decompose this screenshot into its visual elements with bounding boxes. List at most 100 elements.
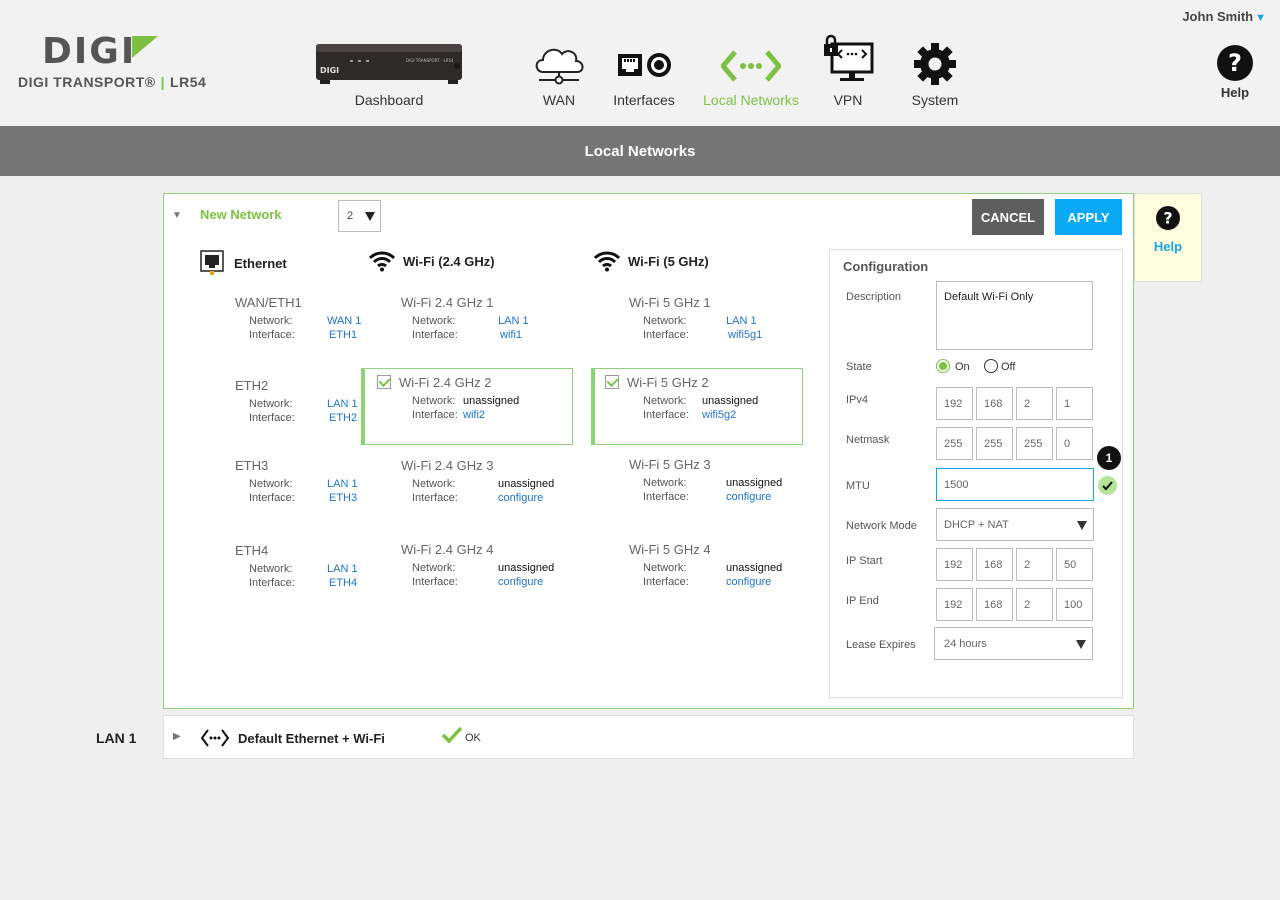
interface-item-wifi24-4[interactable]: Wi-Fi 2.4 GHz 4 Network: unassigned Inter… (401, 542, 554, 588)
interface-item-wifi5-3[interactable]: Wi-Fi 5 GHz 3 Network: unassigned Interfa… (629, 457, 782, 503)
interface-item-eth3[interactable]: ETH3 Network: LAN 1 Interface: ETH3 (235, 458, 358, 504)
nav-system[interactable]: System (904, 36, 966, 108)
expand-arrow-icon[interactable]: ▶ (173, 731, 181, 742)
help-icon: ? (1217, 45, 1253, 81)
network-row: Network: unassigned (401, 562, 554, 574)
ipv4-octet-3[interactable]: 2 (1016, 387, 1053, 420)
ipv4-octet-4[interactable]: 1 (1056, 387, 1093, 420)
description-textarea[interactable]: Default Wi-Fi Only (936, 281, 1093, 350)
interface-item-eth2[interactable]: ETH2 Network: LAN 1 Interface: ETH2 (235, 378, 358, 424)
network-row-label: Network: (412, 478, 456, 490)
lease-expires-select[interactable]: 24 hours (934, 627, 1093, 660)
nav-wan[interactable]: WAN (526, 36, 592, 108)
netmask-octet-2[interactable]: 255 (976, 427, 1013, 460)
nav-dashboard[interactable]: DIGI DIGI TRANSPORT · LR54 Dashboard (314, 36, 464, 108)
network-row: Network: LAN 1 (235, 478, 358, 490)
nav-label: Interfaces (613, 92, 675, 108)
interface-row-label: Interface: (643, 576, 689, 588)
interface-name: WAN/ETH1 (235, 295, 302, 310)
apply-button[interactable]: APPLY (1055, 199, 1122, 235)
interface-item-wifi5-2[interactable]: Wi-Fi 5 GHz 2 Network: unassigned Interfa… (591, 368, 803, 445)
header-help-button[interactable]: ? Help (1216, 44, 1254, 100)
network-value: unassigned (498, 562, 555, 574)
svg-text:DIGI TRANSPORT · LR54: DIGI TRANSPORT · LR54 (406, 58, 454, 63)
nav-vpn[interactable]: VPN (816, 34, 880, 108)
collapse-arrow-icon[interactable]: ▼ (172, 210, 182, 221)
configure-link[interactable]: configure (726, 491, 771, 503)
interface-item-wifi5-4[interactable]: Wi-Fi 5 GHz 4 Network: unassigned Interfa… (629, 542, 782, 588)
ipv4-octet-2[interactable]: 168 (976, 387, 1013, 420)
ip-end-octet-4[interactable]: 100 (1056, 588, 1093, 621)
netmask-label: Netmask (846, 434, 890, 446)
ip-start-octet-3[interactable]: 2 (1016, 548, 1053, 581)
ip-end-octet-1[interactable]: 192 (936, 588, 973, 621)
interface-link[interactable]: ETH3 (313, 492, 357, 504)
nav-local-networks[interactable]: Local Networks (700, 36, 802, 108)
network-row: Network: LAN 1 (401, 315, 529, 327)
configure-link[interactable]: configure (498, 492, 543, 504)
lan-group-label: LAN 1 (96, 730, 137, 746)
network-link[interactable]: LAN 1 (498, 315, 529, 327)
interface-item-wifi5-1[interactable]: Wi-Fi 5 GHz 1 Network: LAN 1 Interface: wi… (629, 295, 762, 341)
configure-link[interactable]: configure (498, 576, 543, 588)
network-arrows-icon (200, 729, 230, 747)
ipv4-label: IPv4 (846, 394, 869, 406)
lan-network-row[interactable]: ▶ Default Ethernet + Wi-Fi OK (163, 715, 1134, 759)
interface-link[interactable]: wifi2 (463, 409, 485, 421)
mtu-input[interactable]: 1500 (936, 468, 1094, 501)
ipv4-octet-1[interactable]: 192 (936, 387, 973, 420)
state-off-radio[interactable] (984, 359, 998, 373)
interface-row: Interface: wifi2 (377, 409, 572, 421)
interface-item-wifi24-2[interactable]: Wi-Fi 2.4 GHz 2 Network: unassigned Inter… (361, 368, 573, 445)
interface-item-wifi24-3[interactable]: Wi-Fi 2.4 GHz 3 Network: unassigned Inter… (401, 458, 554, 504)
wifi24-heading-label: Wi-Fi (2.4 GHz) (403, 253, 495, 269)
wifi-icon (369, 250, 395, 272)
nav-interfaces[interactable]: Interfaces (608, 36, 680, 108)
ip-end-octet-3[interactable]: 2 (1016, 588, 1053, 621)
side-help-button[interactable]: ? Help (1134, 193, 1202, 282)
network-link[interactable]: LAN 1 (726, 315, 757, 327)
cancel-button[interactable]: CANCEL (972, 199, 1044, 235)
ok-check-icon (441, 726, 463, 744)
network-value: unassigned (463, 395, 520, 407)
interface-link[interactable]: ETH2 (313, 412, 357, 424)
ip-start-octet-4[interactable]: 50 (1056, 548, 1093, 581)
network-link[interactable]: WAN 1 (313, 315, 361, 327)
selected-checkbox[interactable] (605, 375, 619, 389)
network-link[interactable]: LAN 1 (313, 478, 358, 490)
interface-item-eth4[interactable]: ETH4 Network: LAN 1 Interface: ETH4 (235, 543, 358, 589)
new-network-panel: ▼ New Network 2 CANCEL APPLY Ethernet Wi… (163, 193, 1134, 709)
interface-row: Interface: ETH4 (235, 577, 358, 589)
network-link[interactable]: LAN 1 (313, 398, 358, 410)
network-row-label: Network: (249, 563, 293, 575)
ip-start-octet-2[interactable]: 168 (976, 548, 1013, 581)
interface-link[interactable]: ETH1 (313, 329, 357, 341)
network-number-select[interactable]: 2 (338, 200, 381, 232)
interface-link[interactable]: wifi5g2 (702, 409, 736, 421)
netmask-octet-3[interactable]: 255 (1016, 427, 1053, 460)
digi-logo[interactable]: DIGI DIGI TRANSPORT® | LR54 (18, 34, 206, 91)
network-mode-select[interactable]: DHCP + NAT (936, 508, 1094, 541)
network-link[interactable]: LAN 1 (313, 563, 358, 575)
network-row-label: Network: (643, 562, 687, 574)
network-row: Network: unassigned (377, 395, 572, 407)
interface-name: Wi-Fi 2.4 GHz 4 (401, 542, 494, 557)
interface-link[interactable]: wifi1 (498, 329, 522, 341)
interface-link[interactable]: ETH4 (313, 577, 357, 589)
help-icon: ? (1156, 206, 1180, 230)
configuration-title: Configuration (843, 259, 929, 274)
state-on-radio[interactable] (936, 359, 950, 373)
gear-icon (904, 36, 966, 86)
selected-checkbox[interactable] (377, 375, 391, 389)
netmask-octet-1[interactable]: 255 (936, 427, 973, 460)
ip-start-octet-1[interactable]: 192 (936, 548, 973, 581)
product-separator: | (160, 74, 166, 90)
interface-link[interactable]: wifi5g1 (726, 329, 762, 341)
netmask-octet-4[interactable]: 0 (1056, 427, 1093, 460)
interface-item-wifi24-1[interactable]: Wi-Fi 2.4 GHz 1 Network: LAN 1 Interface:… (401, 295, 529, 341)
interface-item-wan-eth1[interactable]: WAN/ETH1 Network: WAN 1 Interface: ETH1 (235, 295, 361, 341)
ip-end-octet-2[interactable]: 168 (976, 588, 1013, 621)
configure-link[interactable]: configure (726, 576, 771, 588)
interface-row: Interface: ETH2 (235, 412, 358, 424)
user-menu[interactable]: John Smith ▼ (1182, 9, 1266, 24)
